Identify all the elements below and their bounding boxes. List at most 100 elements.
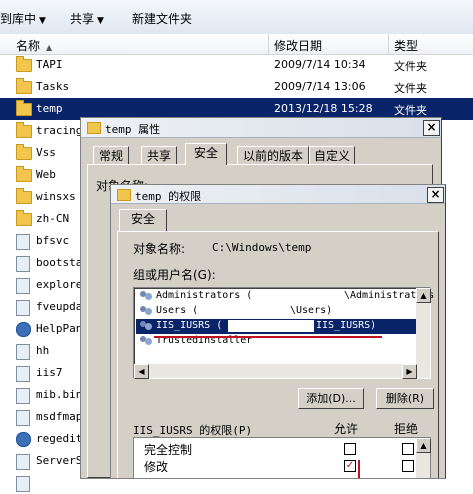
folder-icon [16,78,32,94]
folder-icon [16,56,32,72]
file-name: fveupda [36,300,83,313]
horizontal-scrollbar[interactable]: ◀ ▶ [134,364,417,379]
deny-header: 拒绝 [394,422,419,436]
close-button[interactable]: × [427,187,444,203]
file-name: temp [36,102,63,115]
allow-full-control-checkbox[interactable] [344,443,356,455]
scroll-left-icon[interactable]: ◀ [134,364,149,379]
explorer-toolbar: 到库中 ▼ 共享 ▼ 新建文件夹 [0,0,473,35]
file-name: regedit [36,432,83,445]
allow-header: 允许 [334,422,359,436]
file-icon [16,432,31,447]
tab-customize[interactable]: 自定义 [309,146,355,165]
file-type: 文件夹 [394,60,427,73]
file-name: mib.bin [36,388,83,401]
file-name: zh-CN [36,212,70,225]
file-row[interactable]: Tasks 2009/7/14 13:06 文件夹 [0,76,473,98]
share-menu[interactable]: 共享 ▼ [70,10,104,27]
properties-title: temp 属性 [105,123,161,136]
object-name-value: C:\Windows\temp [212,241,312,254]
vertical-scrollbar[interactable]: ▲ [416,288,431,378]
tab-previous-versions[interactable]: 以前的版本 [237,146,309,165]
tab-security[interactable]: 安全 [185,143,227,165]
users-icon [140,305,153,318]
group-suffix: IIS_IUSRS) [316,320,377,331]
file-icon [16,322,31,337]
deny-modify-checkbox[interactable] [402,460,414,472]
file-name: tracing [36,124,83,137]
permissions-table: 完全控制 修改 ✓ ▲ [133,437,431,479]
object-name-label: 对象名称: [133,242,186,256]
folder-icon [87,122,101,134]
add-button[interactable]: 添加(D)... [298,388,364,409]
red-underline [154,336,382,338]
folder-icon [16,144,32,160]
list-item[interactable]: Users ( \Users) [136,304,422,319]
column-divider[interactable] [268,34,269,54]
list-item-selected[interactable]: IIS_IUSRS ( IIS_IUSRS) [136,319,422,334]
properties-titlebar[interactable]: temp 属性 × [81,118,441,138]
folder-icon [16,188,32,204]
group-name: Administrators ( [156,290,253,301]
file-icon [16,256,30,272]
column-name[interactable]: 名称 ▲ [16,37,52,54]
column-header: 名称 ▲ 修改日期 类型 [0,34,473,55]
users-icon [140,335,153,348]
group-user-list[interactable]: Administrators ( \Administrators Users (… [133,287,434,379]
file-icon [16,300,30,316]
file-type: 文件夹 [394,82,427,95]
column-type[interactable]: 类型 [394,37,418,54]
file-date: 2009/7/14 10:34 [274,58,366,71]
redacted-box [228,320,314,332]
folder-icon [117,189,131,201]
group-name: Users ( [156,305,199,316]
group-suffix: \Users) [290,305,333,316]
group-name: IIS_IUSRS ( [156,320,223,331]
chevron-down-icon: ▼ [97,16,104,26]
red-marker [358,460,360,478]
file-name: hh [36,344,50,357]
permission-name: 修改 [144,460,169,474]
deny-full-control-checkbox[interactable] [402,443,414,455]
file-icon [16,366,30,382]
remove-button[interactable]: 删除(R) [376,388,434,409]
permissions-titlebar[interactable]: temp 的权限 × [111,185,445,204]
file-icon [16,410,30,426]
tab-security[interactable]: 安全 [119,209,167,231]
file-name: msdfmap [36,410,83,423]
folder-icon [16,100,32,116]
file-type: 文件夹 [394,104,427,117]
group-or-user-label: 组或用户名(G): [133,268,216,282]
new-folder-button[interactable]: 新建文件夹 [132,10,192,27]
file-name: TAPI [36,58,63,71]
vertical-scrollbar[interactable]: ▲ [416,438,431,478]
column-modified[interactable]: 修改日期 [274,37,322,54]
scroll-right-icon[interactable]: ▶ [402,364,417,379]
file-name: bfsvc [36,234,70,247]
file-name: winsxs [36,190,76,203]
folder-icon [16,166,32,182]
include-in-library-menu[interactable]: 到库中 ▼ [0,10,46,27]
folder-icon [16,122,32,138]
users-icon [140,290,153,303]
close-button[interactable]: × [423,120,440,136]
list-item[interactable]: Administrators ( \Administrators [136,289,434,304]
column-divider[interactable] [388,34,389,54]
permission-name: 完全控制 [144,443,193,457]
tab-general[interactable]: 常规 [93,146,129,165]
scroll-up-icon[interactable]: ▲ [416,288,431,303]
users-icon [140,320,153,333]
permissions-for-label: IIS_IUSRS 的权限(P) [133,424,253,437]
file-icon [16,278,30,294]
file-name: iis7 [36,366,63,379]
allow-modify-checkbox[interactable]: ✓ [344,460,356,472]
file-name: Vss [36,146,56,159]
file-name: bootsta [36,256,83,269]
chevron-down-icon: ▼ [39,16,46,26]
file-icon [16,454,30,470]
sort-up-icon: ▲ [46,43,53,52]
file-row[interactable]: TAPI 2009/7/14 10:34 文件夹 [0,54,473,76]
file-name: Web [36,168,56,181]
scroll-up-icon[interactable]: ▲ [416,438,431,453]
tab-sharing[interactable]: 共享 [141,146,177,165]
